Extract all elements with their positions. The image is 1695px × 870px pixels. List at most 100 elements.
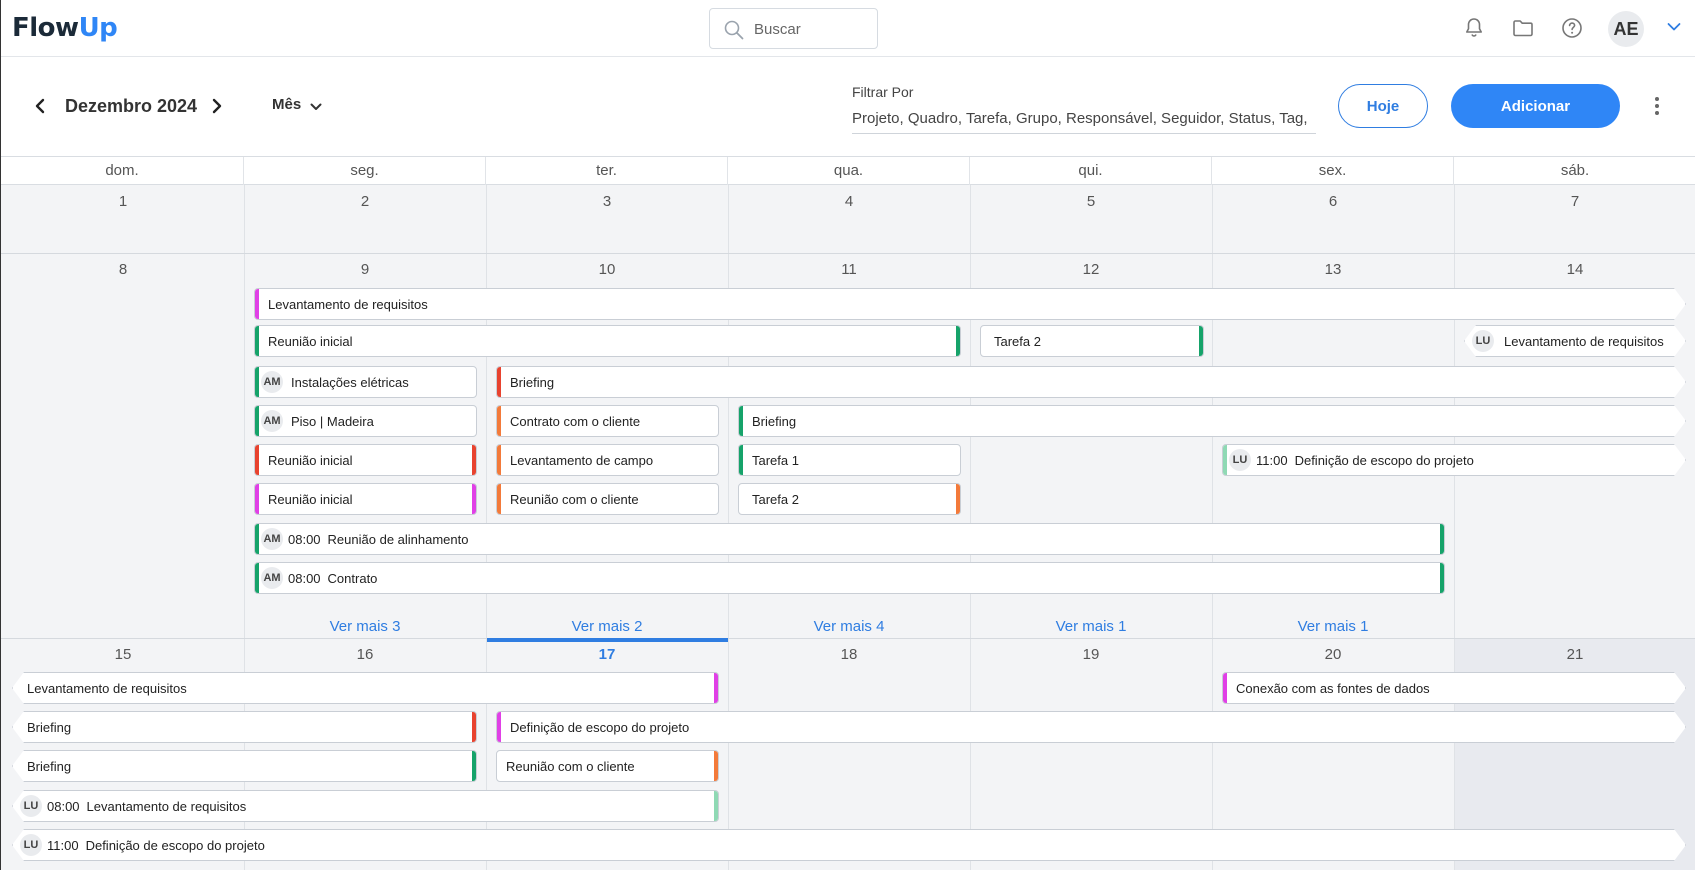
assignee-avatar: AM <box>261 567 283 589</box>
assignee-avatar: LU <box>20 834 42 856</box>
event-color-marker <box>714 791 718 821</box>
see-more-link[interactable]: Ver mais 3 <box>244 618 486 635</box>
more-vert-icon[interactable] <box>1653 96 1661 116</box>
flowup-logo[interactable]: FlowUp <box>12 12 118 44</box>
event-bar[interactable]: Contrato com o cliente <box>496 405 719 437</box>
see-more-link[interactable]: Ver mais 1 <box>1212 618 1454 635</box>
search-input[interactable] <box>754 18 869 40</box>
day-number[interactable]: 8 <box>2 261 244 278</box>
month-calendar: dom. seg. ter. qua. qui. sex. sáb. 1 2 3… <box>1 156 1695 870</box>
day-number[interactable]: 11 <box>728 261 970 278</box>
event-bar[interactable]: LU 11:00 Definição de escopo do projeto <box>12 829 1686 861</box>
event-color-marker <box>496 711 501 743</box>
chevron-left-icon[interactable] <box>34 98 46 114</box>
week-divider <box>1 638 1695 639</box>
event-bar[interactable]: Reunião inicial <box>254 483 477 515</box>
view-mode-select[interactable]: Mês <box>272 96 301 113</box>
day-number[interactable]: 12 <box>970 261 1212 278</box>
weekday-header: dom. seg. ter. qua. qui. sex. sáb. <box>1 157 1695 185</box>
day-number[interactable]: 19 <box>970 646 1212 663</box>
event-bar[interactable]: Tarefa 2 <box>980 325 1204 357</box>
assignee-avatar: AM <box>261 371 283 393</box>
weekday-label: ter. <box>486 157 728 185</box>
day-number[interactable]: 16 <box>244 646 486 663</box>
event-bar[interactable]: Briefing <box>12 711 477 743</box>
event-bar[interactable]: Reunião com o cliente <box>496 750 719 782</box>
calendar-toolbar: Dezembro 2024 Mês Filtrar Por Projeto, Q… <box>1 57 1695 156</box>
weekday-label: sáb. <box>1560 162 1590 179</box>
event-color-marker <box>497 484 501 514</box>
grid-line <box>1454 185 1455 870</box>
today-indicator <box>487 638 728 642</box>
filter-label: Filtrar Por <box>852 84 914 100</box>
event-bar[interactable]: Reunião com o cliente <box>496 483 719 515</box>
event-bar[interactable]: Levantamento de requisitos <box>12 672 719 704</box>
app-window: FlowUp AE Dezembro 2024 Mês Filtrar Por … <box>0 0 1695 870</box>
event-bar[interactable]: AM Instalações elétricas <box>254 366 477 398</box>
day-number[interactable]: 15 <box>2 646 244 663</box>
event-color-marker <box>472 712 476 742</box>
weekday-label: seg. <box>244 157 486 185</box>
event-bar[interactable]: AM 08:00 Contrato <box>254 562 1445 594</box>
day-number[interactable]: 20 <box>1212 646 1454 663</box>
event-bar[interactable]: Briefing <box>496 366 1686 398</box>
event-color-marker <box>255 484 259 514</box>
event-bar[interactable]: AM 08:00 Reunião de alinhamento <box>254 523 1445 555</box>
day-number-today[interactable]: 17 <box>486 646 728 663</box>
event-bar[interactable]: Levantamento de campo <box>496 444 719 476</box>
search-box[interactable] <box>709 8 878 49</box>
search-icon <box>724 20 744 40</box>
see-more-link[interactable]: Ver mais 2 <box>486 618 728 635</box>
day-number[interactable]: 6 <box>1212 193 1454 210</box>
day-number[interactable]: 7 <box>1454 193 1695 210</box>
event-color-marker <box>714 751 718 781</box>
assignee-avatar: LU <box>1229 449 1251 471</box>
event-color-marker <box>738 405 743 437</box>
event-color-marker <box>472 445 476 475</box>
event-bar[interactable]: LU Levantamento de requisitos <box>1464 325 1686 357</box>
day-number[interactable]: 2 <box>244 193 486 210</box>
see-more-link[interactable]: Ver mais 4 <box>728 618 970 635</box>
event-bar[interactable]: Briefing <box>12 750 477 782</box>
weekday-label: qui. <box>970 157 1212 185</box>
assignee-avatar: AM <box>261 528 283 550</box>
event-bar[interactable]: Definição de escopo do projeto <box>496 711 1686 743</box>
event-bar[interactable]: Tarefa 1 <box>738 444 961 476</box>
event-bar[interactable]: LU 11:00 Definição de escopo do projeto <box>1222 444 1686 476</box>
user-avatar[interactable]: AE <box>1608 11 1644 47</box>
chevron-right-icon[interactable] <box>211 98 223 114</box>
folder-icon[interactable] <box>1511 16 1535 40</box>
chevron-down-icon[interactable] <box>1667 22 1681 32</box>
event-color-marker <box>1222 672 1227 704</box>
today-button[interactable]: Hoje <box>1338 84 1428 128</box>
day-number[interactable]: 1 <box>2 193 244 210</box>
day-number[interactable]: 14 <box>1454 261 1695 278</box>
add-button[interactable]: Adicionar <box>1451 84 1620 128</box>
event-bar[interactable]: Levantamento de requisitos <box>254 288 1686 320</box>
day-number[interactable]: 5 <box>970 193 1212 210</box>
event-bar[interactable]: Briefing <box>738 405 1686 437</box>
event-bar[interactable]: AM Piso | Madeira <box>254 405 477 437</box>
event-color-marker <box>1440 524 1444 554</box>
weekday-label: dom. <box>1 157 244 185</box>
event-color-marker <box>956 484 960 514</box>
bell-icon[interactable] <box>1462 16 1486 40</box>
see-more-link[interactable]: Ver mais 1 <box>970 618 1212 635</box>
day-number[interactable]: 18 <box>728 646 970 663</box>
help-icon[interactable] <box>1560 16 1584 40</box>
filter-field[interactable]: Projeto, Quadro, Tarefa, Grupo, Responsá… <box>852 110 1316 134</box>
day-number[interactable]: 9 <box>244 261 486 278</box>
day-number[interactable]: 10 <box>486 261 728 278</box>
day-number[interactable]: 13 <box>1212 261 1454 278</box>
event-bar[interactable]: Conexão com as fontes de dados <box>1222 672 1686 704</box>
event-bar[interactable]: LU 08:00 Levantamento de requisitos <box>12 790 719 822</box>
chevron-down-icon[interactable] <box>310 103 322 111</box>
event-color-marker <box>472 751 476 781</box>
event-color-marker <box>739 445 743 475</box>
event-bar[interactable]: Reunião inicial <box>254 444 477 476</box>
day-number[interactable]: 21 <box>1454 646 1695 663</box>
day-number[interactable]: 4 <box>728 193 970 210</box>
event-bar[interactable]: Tarefa 2 <box>738 483 961 515</box>
day-number[interactable]: 3 <box>486 193 728 210</box>
event-bar[interactable]: Reunião inicial <box>254 325 961 357</box>
